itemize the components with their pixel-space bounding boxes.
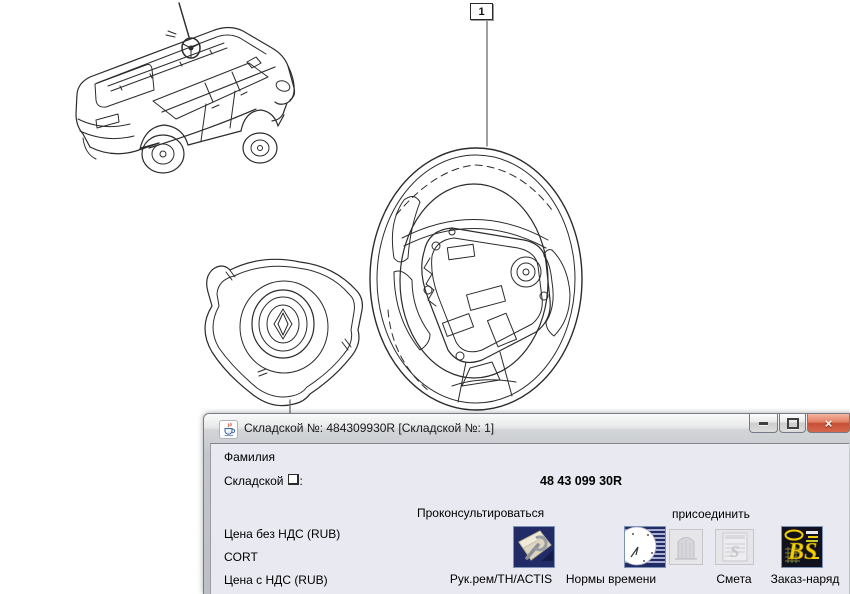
part-info-dialog: Складской №: 484309930R [Складской №: 1]… xyxy=(203,413,850,594)
work-order-label: Заказ-наряд xyxy=(745,572,850,586)
part-number-value: 48 43 099 30R xyxy=(540,474,622,488)
minimize-icon[interactable] xyxy=(749,414,778,433)
attach-section-header: присоединить xyxy=(672,507,750,521)
java-coffee-cup-icon xyxy=(219,420,238,439)
dialog-titlebar[interactable]: Складской №: 484309930R [Складской №: 1]… xyxy=(204,414,850,443)
dialog-body: Фамилия Складской: 48 43 099 30R Проконс… xyxy=(210,443,849,594)
renault-diamond-logo xyxy=(274,309,292,339)
svg-text:S: S xyxy=(730,542,739,561)
surname-label: Фамилия xyxy=(224,450,275,464)
callout-1-number: 1 xyxy=(478,6,484,18)
stock-number-label: Складской: xyxy=(224,474,303,488)
price-with-vat-label: Цена с НДС (RUB) xyxy=(224,573,328,587)
small-square-icon xyxy=(288,474,299,485)
maximize-icon[interactable] xyxy=(779,414,806,433)
time-standards-icon[interactable] xyxy=(624,526,666,568)
car-illustration xyxy=(76,3,295,173)
dialog-title: Складской №: 484309930R [Складской №: 1] xyxy=(244,421,494,435)
work-order-icon[interactable]: BS xyxy=(781,526,823,568)
repair-manual-icon[interactable] xyxy=(513,526,555,568)
time-standards-label: Нормы времени xyxy=(546,572,676,586)
estimate-icon[interactable]: S xyxy=(715,529,754,565)
cort-label: CORT xyxy=(224,550,258,564)
svg-text:BS: BS xyxy=(787,539,817,565)
price-no-vat-label: Цена без НДС (RUB) xyxy=(224,527,340,541)
steering-wheel-illustration xyxy=(370,148,582,410)
attach-document-icon[interactable] xyxy=(669,529,703,565)
screen: { "callout": { "number": "1" }, "dialog"… xyxy=(0,0,850,590)
consult-section-header: Проконсультироваться xyxy=(417,506,544,520)
callout-1-box: 1 xyxy=(470,3,493,20)
airbag-module-illustration xyxy=(205,259,362,414)
close-icon[interactable]: × xyxy=(807,414,850,433)
